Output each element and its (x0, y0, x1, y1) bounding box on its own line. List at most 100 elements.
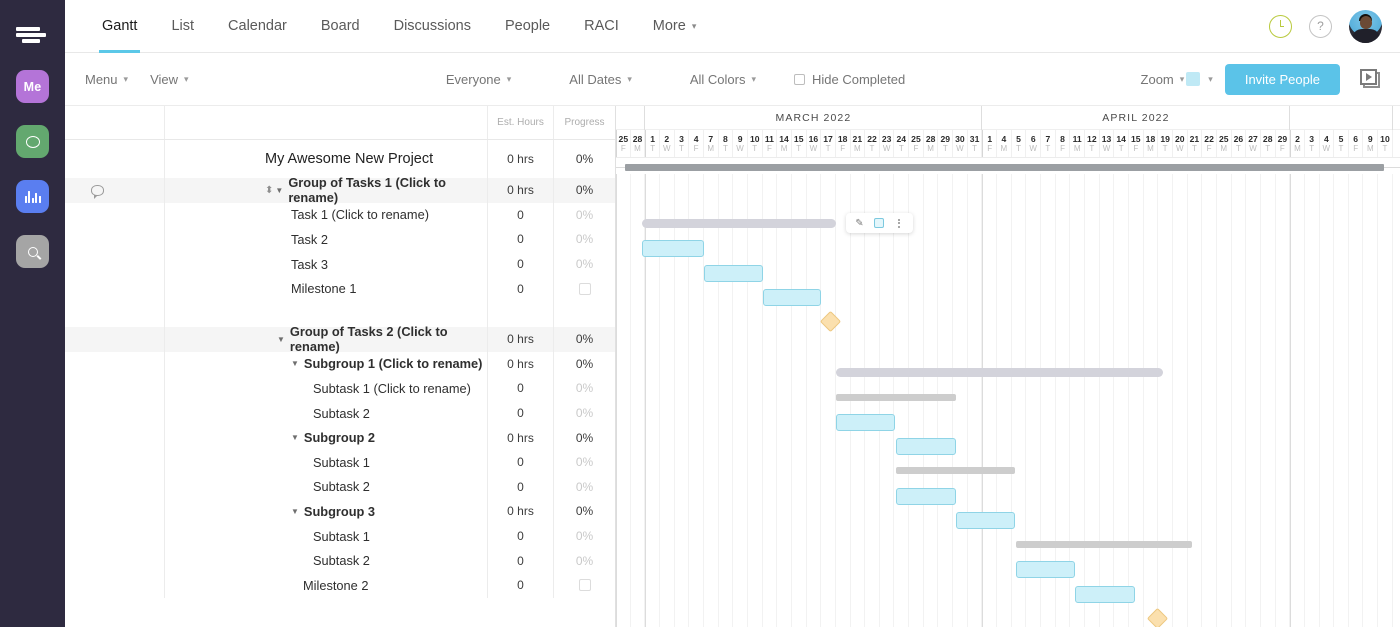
gantt-bar-sub[interactable] (836, 394, 956, 401)
gantt-bar-task[interactable] (896, 488, 956, 505)
all-colors-dropdown[interactable]: All Colors▾ (690, 72, 756, 87)
milestone-checkbox[interactable] (579, 579, 591, 591)
row-name-cell[interactable]: Task 2 (165, 227, 487, 252)
gantt-bar-group[interactable] (836, 368, 1163, 377)
tab-more[interactable]: More ▾ (636, 0, 714, 53)
tab-gantt[interactable]: Gantt (85, 0, 154, 53)
gantt-day-weekday: T (943, 144, 948, 154)
hide-completed-checkbox[interactable]: Hide Completed (794, 72, 905, 87)
swatch-chevron-icon[interactable]: ▾ (1208, 74, 1213, 85)
table-row[interactable]: Subtask 200% (65, 475, 615, 500)
table-row[interactable]: Subtask 1 (Click to rename)00% (65, 376, 615, 401)
gantt-bar-task[interactable] (1075, 586, 1135, 603)
drag-handle-icon[interactable]: ⬍ (265, 185, 272, 196)
gantt-bar-sub[interactable] (1016, 541, 1192, 548)
gantt-scroll-area[interactable] (616, 158, 1400, 174)
table-row[interactable]: Subtask 200% (65, 401, 615, 426)
project-row[interactable]: My Awesome New Project0 hrs0% (65, 140, 615, 178)
milestone-checkbox[interactable] (579, 283, 591, 295)
gantt-day-number: 7 (1045, 134, 1050, 144)
row-name-cell[interactable]: ▼Subgroup 3 (165, 499, 487, 524)
video-icon[interactable] (1360, 69, 1382, 90)
tab-list[interactable]: List (154, 0, 211, 53)
table-row[interactable]: Task 300% (65, 252, 615, 277)
row-name-cell[interactable]: Subtask 2 (165, 548, 487, 573)
gantt-bar-task[interactable] (642, 240, 704, 257)
table-row[interactable]: ▼Subgroup 30 hrs0% (65, 499, 615, 524)
table-row[interactable]: Subtask 200% (65, 548, 615, 573)
rail-item-me[interactable]: Me (16, 70, 49, 103)
row-name-cell[interactable]: ▼Group of Tasks 2 (Click to rename) (165, 327, 487, 352)
comment-icon[interactable] (91, 185, 104, 196)
help-icon[interactable]: ? (1309, 15, 1332, 38)
table-row[interactable]: Subtask 100% (65, 450, 615, 475)
gantt-milestone[interactable] (1147, 608, 1168, 627)
collapse-caret-icon[interactable]: ▼ (291, 359, 299, 368)
table-row[interactable]: Subtask 100% (65, 524, 615, 549)
collapse-caret-icon[interactable]: ▼ (291, 507, 299, 516)
rail-item-chat[interactable] (16, 125, 49, 158)
gantt-bar-task[interactable] (836, 414, 895, 431)
gantt-bar-task[interactable] (956, 512, 1015, 529)
table-row[interactable]: ⬍▼Group of Tasks 1 (Click to rename)0 hr… (65, 178, 615, 203)
collapse-caret-icon[interactable]: ▼ (291, 433, 299, 442)
gantt-month-header: MARCH 2022APRIL 2022 (616, 106, 1400, 130)
row-name-cell[interactable]: Subtask 1 (165, 524, 487, 549)
gantt-day-number: 5 (1339, 134, 1344, 144)
row-name-cell[interactable]: ▼Subgroup 1 (Click to rename) (165, 352, 487, 377)
row-name-cell[interactable]: Subtask 2 (165, 475, 487, 500)
row-name-cell[interactable]: Subtask 2 (165, 401, 487, 426)
table-row[interactable]: ▼Subgroup 1 (Click to rename)0 hrs0% (65, 352, 615, 377)
bar-hover-toolbar[interactable]: ✎ (846, 213, 913, 233)
clock-icon[interactable] (1269, 15, 1292, 38)
table-row[interactable]: Task 1 (Click to rename)00% (65, 203, 615, 228)
horizontal-scrollbar[interactable] (625, 164, 1384, 171)
row-name-cell[interactable]: Subtask 1 (165, 450, 487, 475)
table-row[interactable]: Milestone 10 (65, 276, 615, 301)
gantt-bar-group[interactable] (642, 219, 836, 228)
gantt-bar-task[interactable] (1016, 561, 1075, 578)
table-row[interactable]: Task 200% (65, 227, 615, 252)
collapse-caret-icon[interactable]: ▼ (277, 335, 285, 344)
color-icon[interactable] (871, 216, 888, 231)
rail-item-search[interactable] (16, 235, 49, 268)
invite-people-button[interactable]: Invite People (1225, 64, 1340, 95)
table-header-row: Est. Hours Progress (65, 106, 615, 140)
row-name-cell[interactable]: Task 1 (Click to rename) (165, 203, 487, 228)
collapse-caret-icon[interactable]: ▼ (275, 186, 283, 195)
all-dates-dropdown[interactable]: All Dates▾ (569, 72, 632, 87)
zoom-dropdown[interactable]: Zoom▾ (1141, 72, 1185, 87)
gantt-day-cell: 3T (675, 130, 690, 157)
gantt-day-weekday: W (956, 144, 964, 154)
rail-item-reports[interactable] (16, 180, 49, 213)
user-avatar[interactable] (1349, 10, 1382, 43)
edit-icon[interactable]: ✎ (851, 216, 868, 231)
row-name-cell[interactable]: ▼Subgroup 2 (165, 425, 487, 450)
table-row[interactable]: ▼Group of Tasks 2 (Click to rename)0 hrs… (65, 327, 615, 352)
gantt-bar-task[interactable] (763, 289, 822, 306)
gantt-bar-task[interactable] (704, 265, 763, 282)
tab-discussions[interactable]: Discussions (377, 0, 488, 53)
row-name-cell[interactable]: Subtask 1 (Click to rename) (165, 376, 487, 401)
more-icon[interactable] (891, 216, 908, 231)
project-name[interactable]: My Awesome New Project (165, 140, 487, 178)
app-logo-icon[interactable] (16, 18, 50, 52)
row-name-cell[interactable]: Task 3 (165, 252, 487, 277)
gantt-milestone[interactable] (820, 311, 841, 332)
gantt-bar-sub[interactable] (896, 467, 1015, 474)
color-swatch[interactable] (1186, 72, 1200, 86)
gantt-bar-task[interactable] (896, 438, 956, 455)
row-name-cell[interactable]: Milestone 2 (165, 573, 487, 598)
tab-people[interactable]: People (488, 0, 567, 53)
menu-dropdown[interactable]: Menu▾ (85, 72, 128, 87)
tab-board[interactable]: Board (304, 0, 377, 53)
table-row[interactable]: Milestone 20 (65, 573, 615, 598)
tab-calendar[interactable]: Calendar (211, 0, 304, 53)
row-name-cell[interactable]: Milestone 1 (165, 276, 487, 301)
everyone-dropdown[interactable]: Everyone▾ (446, 72, 511, 87)
table-row[interactable]: ▼Subgroup 20 hrs0% (65, 425, 615, 450)
tab-raci[interactable]: RACI (567, 0, 636, 53)
view-dropdown[interactable]: View▾ (150, 72, 188, 87)
row-name-cell[interactable]: ⬍▼Group of Tasks 1 (Click to rename) (165, 178, 487, 203)
gantt-day-cell: 25M (1217, 130, 1232, 157)
